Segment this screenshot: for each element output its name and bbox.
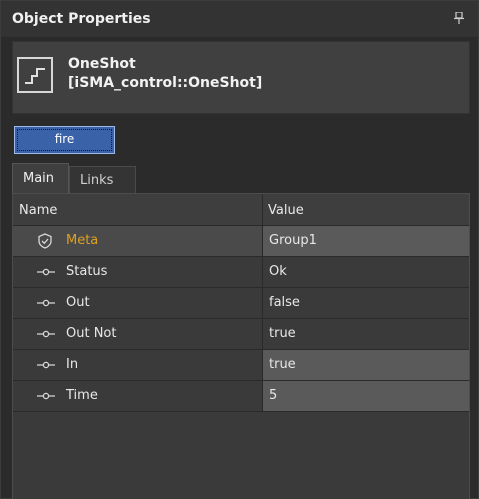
table-row[interactable]: Status Ok [13, 257, 469, 288]
property-name-cell: Out [13, 288, 262, 318]
slot-pin-icon [37, 295, 55, 311]
slot-pin-icon [37, 326, 55, 342]
object-type: [iSMA_control::OneShot] [68, 75, 263, 91]
property-name-cell: Status [13, 257, 262, 287]
table-row[interactable]: Out false [13, 288, 469, 319]
panel-title: Object Properties [12, 11, 151, 27]
table-row[interactable]: Meta Group1 [13, 226, 469, 257]
property-value: Group1 [269, 233, 317, 248]
property-value: Ok [269, 264, 287, 279]
property-value-cell[interactable]: Group1 [262, 226, 469, 256]
property-label: Status [66, 264, 108, 279]
column-header-value[interactable]: Value [268, 203, 304, 218]
property-value-cell[interactable]: true [262, 350, 469, 380]
property-value: true [269, 357, 296, 372]
slot-pin-icon [37, 357, 55, 373]
panel-titlebar: Object Properties [1, 1, 478, 38]
property-value-cell[interactable]: 5 [262, 381, 469, 411]
property-value-cell[interactable]: false [262, 288, 469, 318]
tab-links[interactable]: Links [69, 166, 136, 193]
grid-header: Name Value [13, 194, 469, 226]
property-name-cell: Meta [13, 226, 262, 256]
property-name-cell: Time [13, 381, 262, 411]
property-value-cell[interactable]: true [262, 319, 469, 349]
table-row[interactable]: In true [13, 350, 469, 381]
property-label: In [66, 357, 79, 372]
property-value: false [269, 295, 300, 310]
property-label: Out Not [66, 326, 117, 341]
property-label: Meta [66, 233, 99, 248]
property-rows: Meta Group1 Status Ok Out false Out Not … [13, 226, 469, 412]
tab-main[interactable]: Main [12, 163, 69, 193]
object-properties-panel: Object Properties OneShot [iSMA_control:… [0, 0, 479, 499]
fire-button[interactable]: fire [14, 126, 115, 154]
slot-pin-icon [37, 264, 55, 280]
property-value-cell[interactable]: Ok [262, 257, 469, 287]
property-name-cell: In [13, 350, 262, 380]
column-header-name[interactable]: Name [19, 203, 57, 218]
property-label: Time [66, 388, 98, 403]
shield-check-icon [37, 233, 55, 249]
table-row[interactable]: Out Not true [13, 319, 469, 350]
property-value: 5 [269, 388, 278, 403]
slot-pin-icon [37, 388, 55, 404]
object-name: OneShot [68, 56, 136, 72]
property-value: true [269, 326, 296, 341]
property-grid: Name Value Meta Group1 Status Ok Out fal… [12, 193, 470, 499]
pin-icon[interactable] [454, 11, 464, 27]
property-name-cell: Out Not [13, 319, 262, 349]
column-divider[interactable] [262, 194, 263, 226]
table-row[interactable]: Time 5 [13, 381, 469, 412]
object-header: OneShot [iSMA_control::OneShot] [12, 41, 470, 114]
oneshot-pulse-icon [17, 57, 53, 93]
property-label: Out [66, 295, 90, 310]
